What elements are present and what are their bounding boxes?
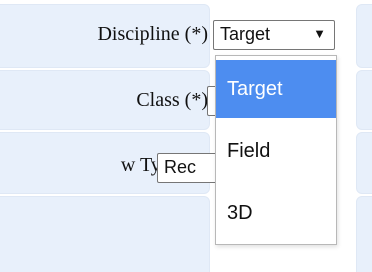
view-type-right-cell [356, 132, 372, 194]
discipline-dropdown-list: Target Field 3D [215, 55, 337, 245]
discipline-label: Discipline (*) [97, 23, 208, 45]
discipline-right-cell [356, 4, 372, 68]
view-type-select-value: Rec [164, 157, 197, 177]
discipline-select[interactable]: Target ▼ [213, 20, 335, 50]
class-right-cell [356, 70, 372, 130]
option-field[interactable]: Field [216, 122, 336, 180]
option-target[interactable]: Target [216, 60, 336, 118]
empty-right-cell [356, 196, 372, 272]
class-label: Class (*) [136, 89, 208, 111]
dropdown-arrow-icon: ▼ [313, 26, 326, 41]
form-page: Discipline (*) Class (*) w Type (*) Targ… [0, 0, 372, 272]
view-type-select[interactable]: Rec [157, 153, 219, 183]
discipline-select-value: Target [220, 24, 271, 44]
empty-label-cell [0, 196, 210, 272]
option-3d[interactable]: 3D [216, 184, 336, 242]
